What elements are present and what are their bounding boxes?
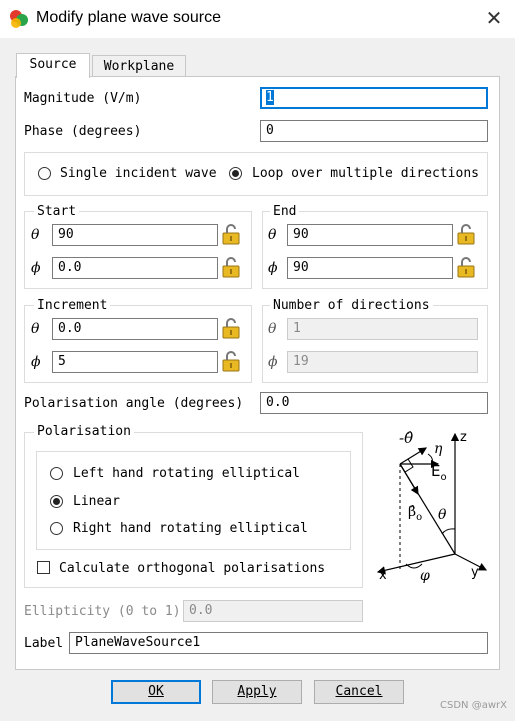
end-phi-symbol: ϕ xyxy=(268,260,278,276)
diagram-e0: Eo xyxy=(431,462,447,483)
start-theta-lock-icon[interactable] xyxy=(221,224,241,245)
ellipticity-label: Ellipticity (0 to 1) xyxy=(24,604,181,619)
start-phi-symbol: ϕ xyxy=(31,260,41,276)
tab-workplane[interactable]: Workplane xyxy=(92,55,186,78)
start-legend: Start xyxy=(34,204,80,219)
cancel-button[interactable]: Cancel xyxy=(314,680,404,704)
end-theta-input[interactable]: 90 xyxy=(287,224,453,246)
loop-directions-radio[interactable] xyxy=(229,167,242,180)
diagram-phi: φ xyxy=(420,568,430,584)
increment-legend: Increment xyxy=(34,298,111,313)
end-theta-lock-icon[interactable] xyxy=(456,224,476,245)
start-theta-symbol: θ xyxy=(31,227,40,243)
loop-directions-label: Loop over multiple directions xyxy=(252,166,479,181)
start-phi-input[interactable]: 0.0 xyxy=(52,257,218,279)
start-phi-lock-icon[interactable] xyxy=(221,257,241,278)
num-dir-theta-symbol: θ xyxy=(268,321,277,337)
diagram-z-label: z xyxy=(460,430,467,445)
linear-label: Linear xyxy=(73,494,120,509)
end-phi-lock-icon[interactable] xyxy=(456,257,476,278)
ok-button[interactable]: OK xyxy=(111,680,201,704)
tab-source[interactable]: Source xyxy=(16,53,90,78)
num-dir-theta-input: 1 xyxy=(287,318,478,340)
magnitude-input[interactable]: 1 xyxy=(260,87,488,109)
left-hand-label: Left hand rotating elliptical xyxy=(73,466,300,481)
num-dir-phi-input: 19 xyxy=(287,351,478,373)
diagram-x-label: x xyxy=(379,568,387,583)
polarisation-diagram xyxy=(376,432,488,575)
end-phi-input[interactable]: 90 xyxy=(287,257,453,279)
left-hand-radio[interactable] xyxy=(50,467,63,480)
label-input[interactable]: PlaneWaveSource1 xyxy=(69,632,488,654)
polarisation-angle-label: Polarisation angle (degrees) xyxy=(24,396,244,411)
increment-phi-input[interactable]: 5 xyxy=(52,351,218,373)
close-icon[interactable]: ✕ xyxy=(484,8,504,28)
phase-label: Phase (degrees) xyxy=(24,124,142,139)
diagram-theta: θ xyxy=(438,507,447,523)
app-icon xyxy=(10,10,28,28)
apply-button[interactable]: Apply xyxy=(212,680,302,704)
ellipticity-input: 0.0 xyxy=(183,600,363,622)
polarisation-legend: Polarisation xyxy=(34,424,134,439)
diagram-beta0: β̂o xyxy=(408,504,423,523)
linear-radio[interactable] xyxy=(50,495,63,508)
window-title: Modify plane wave source xyxy=(36,9,221,26)
single-incident-label: Single incident wave xyxy=(60,166,217,181)
orthogonal-label: Calculate orthogonal polarisations xyxy=(59,561,326,576)
label-field-label: Label xyxy=(24,636,64,651)
increment-phi-symbol: ϕ xyxy=(31,354,41,370)
increment-phi-lock-icon[interactable] xyxy=(221,351,241,372)
end-legend: End xyxy=(270,204,300,219)
polarisation-angle-input[interactable]: 0.0 xyxy=(260,392,488,414)
right-hand-label: Right hand rotating elliptical xyxy=(73,521,308,536)
phase-input[interactable]: 0 xyxy=(260,120,488,142)
end-theta-symbol: θ xyxy=(268,227,277,243)
magnitude-label: Magnitude (V/m) xyxy=(24,91,142,106)
diagram-minus-theta-hat: -θ̂ xyxy=(399,429,414,447)
start-theta-input[interactable]: 90 xyxy=(52,224,218,246)
watermark: CSDN @awrX xyxy=(440,700,507,711)
single-incident-radio[interactable] xyxy=(38,167,51,180)
right-hand-radio[interactable] xyxy=(50,522,63,535)
orthogonal-checkbox[interactable] xyxy=(37,561,50,574)
increment-theta-symbol: θ xyxy=(31,321,40,337)
increment-theta-input[interactable]: 0.0 xyxy=(52,318,218,340)
num-dir-phi-symbol: ϕ xyxy=(268,354,278,370)
diagram-y-label: y xyxy=(471,565,479,580)
diagram-eta: η xyxy=(434,441,443,457)
num-directions-legend: Number of directions xyxy=(270,298,433,313)
increment-theta-lock-icon[interactable] xyxy=(221,318,241,339)
